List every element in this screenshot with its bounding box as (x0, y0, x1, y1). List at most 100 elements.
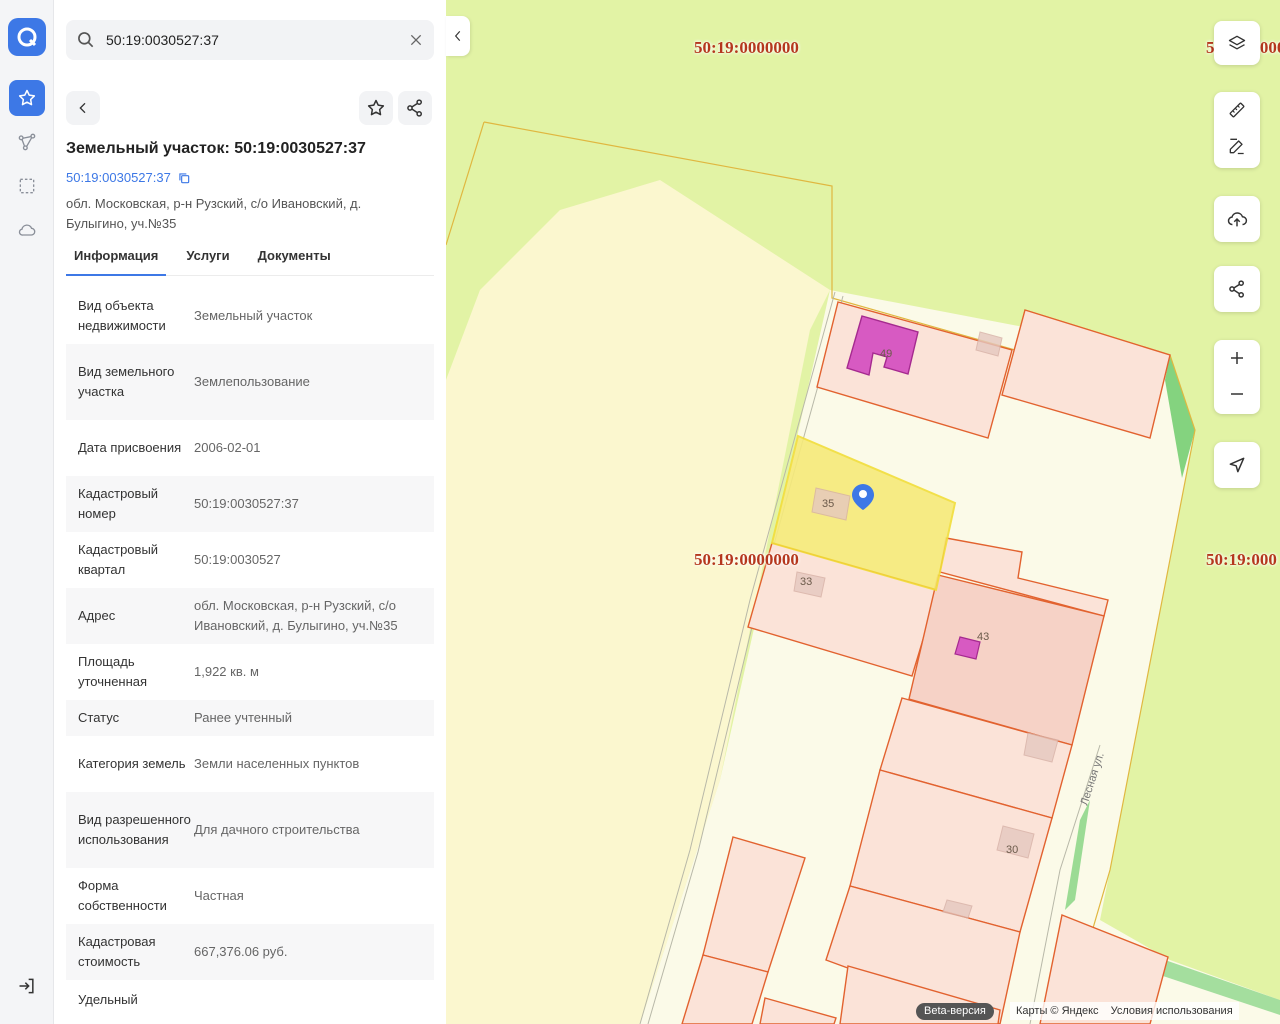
info-row: Вид разрешенного использования Для дачног… (66, 792, 434, 868)
map-parcel-number: 35 (822, 498, 834, 510)
terms-link[interactable]: Условия использования (1111, 1002, 1233, 1020)
edit-icon (1229, 138, 1244, 155)
info-key: Вид земельного участка (78, 364, 175, 399)
map-canvas[interactable]: 49 35 33 43 30 Лесная ул. (446, 0, 1280, 1024)
map-quarter-label: 50:19:0000000 (694, 550, 799, 569)
tab-services[interactable]: Услуги (178, 242, 237, 276)
route-button[interactable] (9, 124, 45, 160)
info-value: Землепользование (194, 374, 310, 389)
layers-icon (1228, 35, 1246, 50)
tab-information[interactable]: Информация (66, 242, 167, 276)
zoom-out-button[interactable] (1214, 376, 1260, 412)
object-title: Земельный участок: 50:19:0030527:37 (66, 140, 366, 157)
info-key: Удельный (78, 992, 138, 1007)
app-logo[interactable] (8, 18, 46, 56)
cloud-button[interactable] (9, 212, 45, 248)
map-attribution: Карты © Яндекс Условия использования (1010, 1002, 1239, 1020)
chevron-left-icon (454, 30, 461, 42)
info-key: Кадастровая стоимость (78, 934, 156, 969)
info-table: Вид объекта недвижимости Земельный участо… (66, 288, 434, 1020)
info-key: Кадастровый номер (78, 486, 159, 521)
info-row: Кадастровая стоимость 667,376.06 руб. (66, 924, 434, 980)
info-key: Форма собственности (78, 878, 167, 913)
plus-icon (1231, 352, 1243, 364)
share-button[interactable] (398, 91, 432, 125)
info-row: Адрес обл. Московская, р-н Рузский, с/о И… (66, 588, 434, 644)
map-copyright: Карты © Яндекс (1016, 1005, 1099, 1017)
tab-documents[interactable]: Документы (250, 242, 339, 276)
info-value: Для дачного строительства (194, 822, 360, 837)
info-row: Вид объекта недвижимости Земельный участо… (66, 288, 434, 344)
info-value: 50:19:0030527:37 (194, 496, 299, 511)
clear-search-icon[interactable] (408, 32, 424, 48)
map-parcel-number: 43 (977, 631, 989, 643)
beta-badge: Beta-версия (916, 1003, 994, 1020)
info-key: Категория земель (78, 756, 186, 771)
ruler-button[interactable] (1214, 92, 1260, 128)
info-tabs: Информация Услуги Документы (66, 242, 434, 276)
share-icon (407, 99, 422, 117)
cadastral-number-link[interactable]: 50:19:0030527:37 (66, 170, 191, 185)
geolocation-button[interactable] (1214, 442, 1260, 488)
map-quarter-label: 50:19:000 (1206, 550, 1277, 569)
layers-button[interactable] (1214, 21, 1260, 65)
info-value: Частная (194, 888, 244, 903)
zoom-in-button[interactable] (1214, 340, 1260, 376)
info-key: Вид разрешенного использования (78, 812, 191, 847)
info-value: Ранее учтенный (194, 710, 292, 725)
info-row: Категория земель Земли населенных пунктов (66, 736, 434, 792)
cadastral-map[interactable]: 49 35 33 43 30 Лесная ул. 50:19:0000000 … (446, 0, 1280, 1024)
upload-button[interactable] (1214, 196, 1260, 242)
map-share-button[interactable] (1214, 266, 1260, 312)
info-value: 50:19:0030527 (194, 552, 281, 567)
add-favorite-button[interactable] (359, 91, 393, 125)
copy-icon[interactable] (177, 171, 191, 185)
search-icon (78, 32, 94, 48)
edit-button[interactable] (1214, 128, 1260, 164)
cloud-upload-icon (1227, 212, 1248, 227)
search-bar (66, 20, 434, 60)
info-row: Удельный (66, 980, 434, 1020)
info-key: Кадастровый квартал (78, 542, 159, 577)
info-row: Кадастровый квартал 50:19:0030527 (66, 532, 434, 588)
info-key: Статус (78, 710, 120, 725)
map-parcel-number: 30 (1006, 844, 1018, 856)
layers-control[interactable] (1214, 21, 1260, 65)
info-value: обл. Московская, р-н Рузский, с/о Иванов… (194, 598, 398, 633)
info-row: Кадастровый номер 50:19:0030527:37 (66, 476, 434, 532)
logo-icon (17, 27, 37, 47)
map-parcel-number: 33 (800, 576, 812, 588)
info-value: 1,922 кв. м (194, 664, 259, 679)
left-rail (0, 0, 54, 1024)
map-parcel-number: 49 (880, 348, 892, 360)
select-area-button[interactable] (9, 168, 45, 204)
geolocation-control[interactable] (1214, 442, 1260, 488)
info-row: Статус Ранее учтенный (66, 700, 434, 736)
collapse-panel-button[interactable] (446, 16, 470, 56)
info-key: Вид объекта недвижимости (78, 298, 166, 333)
info-key: Площадь уточненная (78, 654, 148, 689)
back-button[interactable] (66, 91, 100, 125)
logout-button[interactable] (9, 968, 45, 1004)
star-icon (18, 89, 36, 106)
object-panel: Земельный участок: 50:19:0030527:37 50:1… (54, 0, 446, 1024)
cadastral-number-text[interactable]: 50:19:0030527:37 (66, 170, 171, 185)
star-icon (367, 99, 385, 116)
tools-control (1214, 92, 1260, 168)
favorites-button[interactable] (9, 80, 45, 116)
info-key: Дата присвоения (78, 440, 182, 455)
share-icon (1229, 280, 1244, 298)
info-value: Земли населенных пунктов (194, 756, 360, 771)
map-share-control[interactable] (1214, 266, 1260, 312)
object-address: обл. Московская, р-н Рузский, с/о Иванов… (66, 196, 362, 231)
map-quarter-label: 50:19:0000000 (694, 38, 799, 57)
upload-control[interactable] (1214, 196, 1260, 242)
search-input[interactable] (106, 32, 396, 48)
info-row: Вид земельного участка Землепользование (66, 344, 434, 420)
info-row: Дата присвоения 2006-02-01 (66, 420, 434, 476)
chevron-left-icon (79, 102, 86, 114)
cloud-icon (18, 224, 36, 236)
logout-icon (19, 978, 34, 994)
ruler-icon (1229, 102, 1245, 118)
selection-icon (19, 178, 35, 194)
